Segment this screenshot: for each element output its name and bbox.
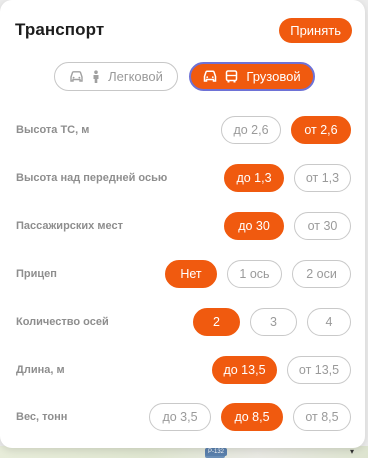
direction-arrow-icon: ▾ [350,447,355,456]
mode-car-button[interactable]: Легковой [54,62,178,91]
row-label: Количество осей [16,316,109,328]
option-length-upto-13-5[interactable]: до 13,5 [212,356,277,384]
option-axles-3[interactable]: 3 [250,308,297,336]
row-label: Длина, м [16,364,65,376]
row-label: Вес, тонн [16,411,68,423]
road-number-badge: Р-132 [205,448,228,456]
row-label: Пассажирских мест [16,220,123,232]
bus-icon [226,70,238,83]
setting-row-trailer: Прицеп Нет 1 ось 2 оси [16,260,351,288]
person-icon [93,69,99,83]
row-label: Высота над передней осью [16,172,168,184]
option-weight-from-8-5[interactable]: от 8,5 [293,403,351,431]
panel-header: Транспорт Принять [15,17,352,43]
option-axles-4[interactable]: 4 [307,308,351,336]
option-height-from-2-6[interactable]: от 2,6 [291,116,351,144]
option-group: Нет 1 ось 2 оси [165,260,351,288]
setting-row-axle-count: Количество осей 2 3 4 [16,308,351,336]
car-icon [70,71,83,82]
accept-button[interactable]: Принять [279,17,352,43]
option-axle-upto-1-3[interactable]: до 1,3 [224,164,284,192]
panel-title: Транспорт [15,20,105,39]
transport-settings-panel: Транспорт Принять Легковой Грузовой Высо… [0,0,365,448]
setting-row-weight: Вес, тонн до 3,5 до 8,5 от 8,5 [16,403,351,431]
option-axles-2[interactable]: 2 [193,308,240,336]
option-group: до 30 от 30 [224,212,351,240]
option-weight-upto-8-5[interactable]: до 8,5 [221,403,283,431]
mode-truck-button[interactable]: Грузовой [189,62,315,91]
setting-row-length: Длина, м до 13,5 от 13,5 [16,356,351,384]
option-length-from-13-5[interactable]: от 13,5 [287,356,351,384]
setting-row-front-axle-height: Высота над передней осью до 1,3 от 1,3 [16,164,351,192]
option-seats-from-30[interactable]: от 30 [294,212,351,240]
row-label: Прицеп [16,268,57,280]
option-trailer-2-axles[interactable]: 2 оси [292,260,351,288]
truck-icon [204,70,217,82]
mode-car-label: Легковой [108,69,163,84]
option-group: 2 3 4 [193,308,351,336]
option-group: до 1,3 от 1,3 [224,164,351,192]
option-axle-from-1-3[interactable]: от 1,3 [294,164,351,192]
option-weight-upto-3-5[interactable]: до 3,5 [149,403,211,431]
option-seats-upto-30[interactable]: до 30 [224,212,284,240]
mode-truck-label: Грузовой [246,69,301,84]
setting-row-passenger-seats: Пассажирских мест до 30 от 30 [16,212,351,240]
option-group: до 13,5 от 13,5 [212,356,351,384]
option-trailer-none[interactable]: Нет [165,260,217,288]
row-label: Высота ТС, м [16,124,90,136]
option-height-upto-2-6[interactable]: до 2,6 [221,116,281,144]
setting-row-vehicle-height: Высота ТС, м до 2,6 от 2,6 [16,116,351,144]
vehicle-mode-switch: Легковой Грузовой [54,62,315,91]
option-group: до 2,6 от 2,6 [221,116,351,144]
option-trailer-1-axle[interactable]: 1 ось [227,260,282,288]
option-group: до 3,5 до 8,5 от 8,5 [149,403,351,431]
